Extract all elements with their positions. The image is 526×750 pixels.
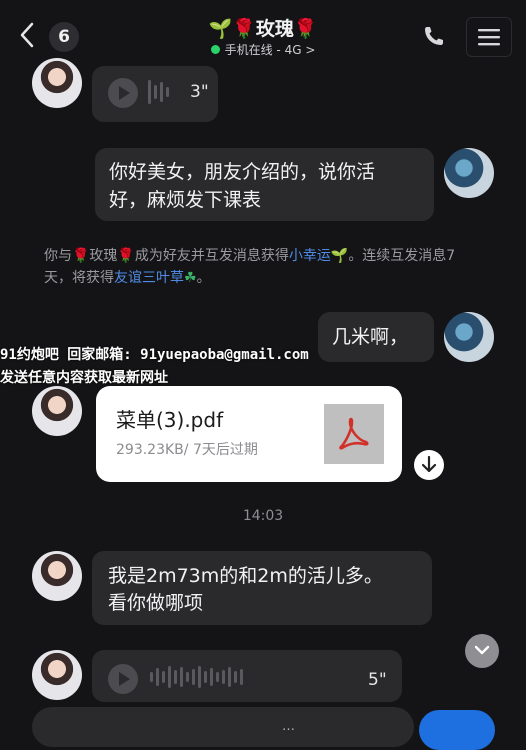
contact-avatar[interactable] bbox=[32, 551, 82, 601]
message-text: 几米啊， bbox=[332, 326, 409, 348]
incoming-message[interactable]: 我是2m73m的和2m的活儿多。 看你做哪项 bbox=[92, 551, 432, 625]
pdf-icon bbox=[324, 404, 384, 464]
message-text-line: 我是2m73m的和2m的活儿多。 bbox=[108, 565, 383, 587]
my-avatar[interactable] bbox=[444, 148, 494, 198]
top-bar: 6 🌱🌹玫瑰🌹 手机在线 - 4G > bbox=[0, 0, 526, 66]
scroll-down-icon[interactable] bbox=[465, 634, 499, 668]
online-dot-icon bbox=[210, 45, 220, 54]
online-status: 手机在线 - 4G > bbox=[150, 41, 376, 58]
phone-icon[interactable] bbox=[422, 24, 446, 48]
voice-message[interactable]: 3" bbox=[92, 66, 218, 122]
system-text: 。连续互发消息7 bbox=[348, 248, 456, 264]
clover-icon: ☘ bbox=[184, 270, 197, 286]
online-status-text: 手机在线 - 4G > bbox=[224, 43, 316, 57]
play-icon[interactable] bbox=[108, 78, 138, 108]
back-arrow-icon[interactable] bbox=[16, 20, 40, 50]
outgoing-message[interactable]: 几米啊， bbox=[318, 312, 434, 362]
contact-avatar[interactable] bbox=[32, 386, 82, 436]
system-text: 天，将获得 bbox=[44, 270, 114, 286]
play-icon[interactable] bbox=[108, 664, 138, 694]
system-text: 。 bbox=[196, 270, 211, 286]
unread-count-badge[interactable]: 6 bbox=[49, 22, 79, 52]
lucky-link[interactable]: 小幸运 bbox=[289, 248, 331, 264]
outgoing-message[interactable]: 你好美女，朋友介绍的，说你活 好，麻烦发下课表 bbox=[95, 148, 434, 221]
voice-duration: 5" bbox=[368, 670, 387, 690]
watermark-line: 91约炮吧 回家邮箱: 91yuepaoba@gmail.com bbox=[0, 347, 309, 363]
my-avatar[interactable] bbox=[444, 312, 494, 362]
message-text-line: 你好美女，朋友介绍的，说你活 bbox=[109, 161, 376, 183]
waveform-icon bbox=[148, 80, 172, 104]
send-button[interactable] bbox=[419, 710, 495, 750]
input-text: … bbox=[282, 719, 295, 734]
contact-name[interactable]: 🌱🌹玫瑰🌹 bbox=[150, 14, 376, 41]
contact-avatar[interactable] bbox=[32, 58, 82, 108]
hamburger-menu-icon[interactable] bbox=[466, 17, 512, 57]
system-text: 你与🌹玫瑰🌹成为好友并互发消息获得 bbox=[44, 248, 289, 264]
message-text-line: 看你做哪项 bbox=[108, 592, 204, 614]
timestamp: 14:03 bbox=[242, 508, 284, 524]
file-meta: 293.23KB/ 7天后过期 bbox=[116, 442, 258, 458]
message-input[interactable]: … bbox=[32, 707, 414, 747]
file-message[interactable]: 菜单(3).pdf 293.23KB/ 7天后过期 bbox=[96, 386, 402, 482]
sprout-icon: 🌱 bbox=[330, 248, 349, 264]
contact-avatar[interactable] bbox=[32, 650, 82, 700]
clover-link[interactable]: 友谊三叶草 bbox=[114, 270, 184, 286]
message-text-line: 好，麻烦发下课表 bbox=[109, 189, 262, 211]
watermark-line: 发送任意内容获取最新网址 bbox=[0, 370, 168, 386]
voice-duration: 3" bbox=[190, 82, 209, 102]
file-name: 菜单(3).pdf bbox=[116, 408, 224, 432]
system-message: 你与🌹玫瑰🌹成为好友并互发消息获得小幸运🌱。连续互发消息7 天，将获得友谊三叶草… bbox=[44, 245, 484, 289]
download-icon[interactable] bbox=[414, 450, 444, 480]
voice-message[interactable]: 5" bbox=[92, 650, 402, 702]
waveform-icon bbox=[150, 666, 246, 688]
